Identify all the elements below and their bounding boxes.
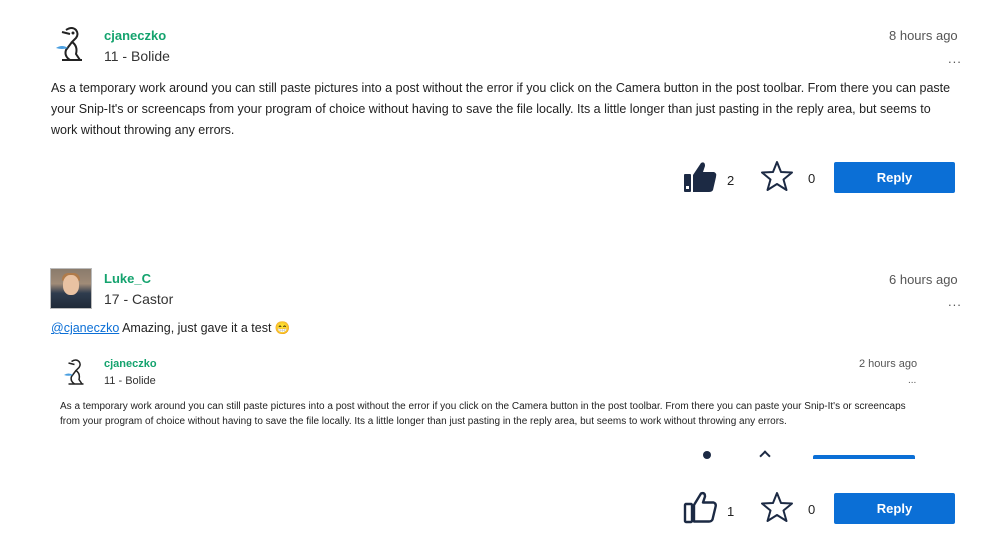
photo-face — [63, 275, 79, 295]
author-rank: 11 - Bolide — [104, 48, 170, 64]
star-outline-icon — [761, 161, 793, 191]
author-name[interactable]: Luke_C — [104, 271, 151, 286]
post-time: 8 hours ago — [889, 28, 958, 43]
post-cjaneczko: cjaneczko 11 - Bolide 8 hours ago ... As… — [0, 0, 999, 230]
quoted-avatar — [61, 356, 91, 388]
post-options-menu[interactable]: ... — [948, 52, 962, 65]
quoted-reply-fragment — [813, 455, 915, 459]
reply-button[interactable]: Reply — [834, 162, 955, 193]
like-count: 2 — [727, 173, 735, 188]
post-options-menu[interactable]: ... — [948, 295, 962, 308]
like-button[interactable] — [682, 160, 718, 194]
thumbs-up-filled-icon — [684, 162, 717, 192]
author-rank: 17 - Castor — [104, 291, 174, 307]
star-count: 0 — [808, 502, 816, 517]
quoted-toolbar-fragment — [759, 450, 771, 459]
grin-emoji-icon: 😁 — [274, 321, 291, 335]
post-body-text: Amazing, just gave it a test — [119, 321, 275, 335]
author-name[interactable]: cjaneczko — [104, 28, 166, 43]
bird-avatar-icon — [64, 359, 84, 385]
star-button[interactable] — [760, 160, 794, 192]
reply-button[interactable]: Reply — [834, 493, 955, 524]
star-outline-icon — [761, 492, 793, 522]
post-body: As a temporary work around you can still… — [51, 81, 951, 137]
star-count: 0 — [808, 171, 816, 186]
quoted-body: As a temporary work around you can still… — [60, 401, 906, 427]
post-luke-c: Luke_C 17 - Castor 6 hours ago ... @cjan… — [0, 255, 999, 545]
quoted-time: 2 hours ago — [859, 358, 918, 370]
like-button[interactable] — [682, 490, 718, 524]
quoted-post-image: cjaneczko 11 - Bolide 2 hours ago ... As… — [51, 352, 931, 459]
like-count: 1 — [727, 504, 735, 519]
bird-avatar-icon — [56, 27, 82, 61]
quoted-author: cjaneczko — [104, 358, 157, 370]
avatar[interactable] — [52, 24, 92, 64]
quoted-toolbar-fragment — [703, 451, 711, 459]
post-body: @cjaneczko Amazing, just gave it a test … — [51, 318, 291, 339]
quoted-menu: ... — [908, 375, 917, 386]
user-mention-link[interactable]: @cjaneczko — [51, 321, 119, 335]
post-time: 6 hours ago — [889, 272, 958, 287]
quoted-rank: 11 - Bolide — [104, 375, 156, 387]
avatar[interactable] — [50, 268, 92, 309]
thumbs-up-outline-icon — [683, 491, 717, 524]
star-button[interactable] — [760, 491, 794, 523]
